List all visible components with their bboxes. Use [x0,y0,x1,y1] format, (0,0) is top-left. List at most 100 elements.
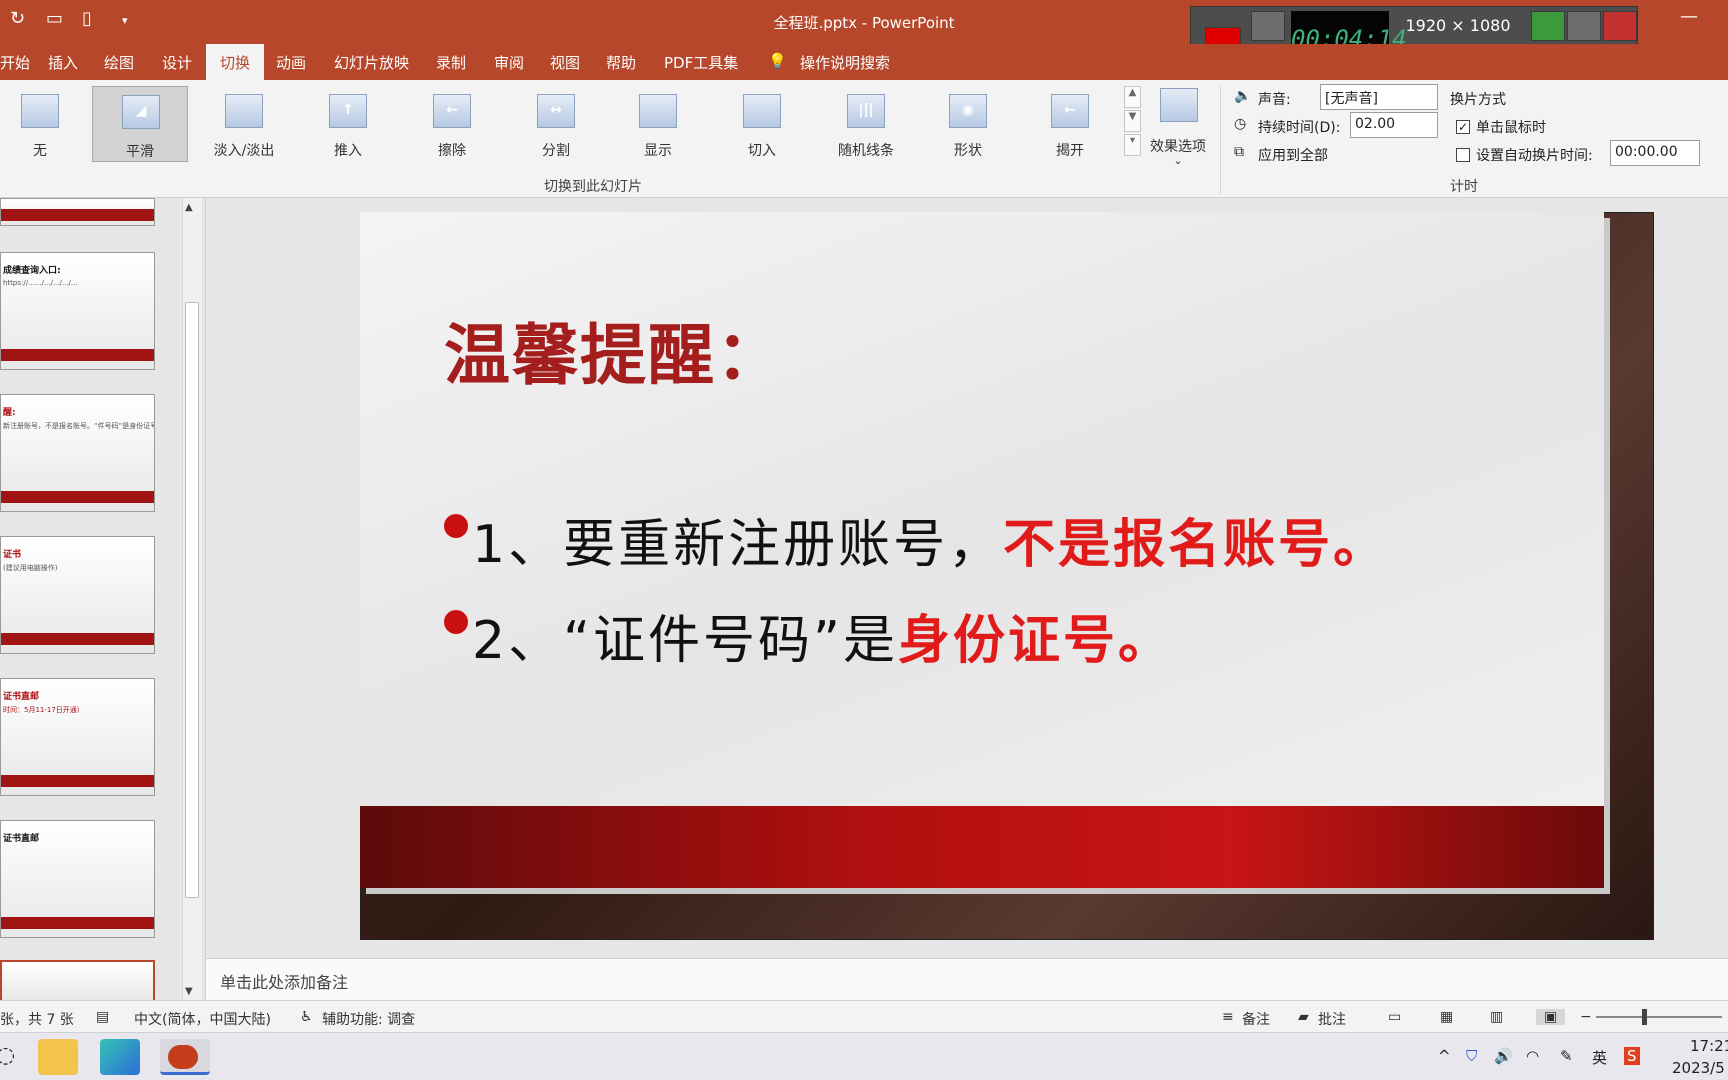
slide-thumbnail[interactable]: 证书直邮 [0,820,155,938]
slide-thumbnail[interactable] [0,198,155,226]
slide-red-band [360,806,1604,888]
tab-help[interactable]: 帮助 [606,52,636,73]
on-mouse-click-label: 单击鼠标时 [1476,120,1546,136]
clock-date[interactable]: 2023/5 [1672,1059,1725,1077]
transition-fade[interactable]: 淡入/淡出 [196,86,292,162]
transition-split-icon: ↔ [537,94,575,128]
transition-none-icon [21,94,59,128]
notes-pane[interactable]: 单击此处添加备注 [206,958,1728,1000]
sound-select[interactable]: [无声音] [1320,84,1438,110]
file-explorer-icon[interactable] [38,1039,78,1075]
transition-morph-icon: ◢ [122,95,160,129]
thumbnail-band [1,491,154,503]
on-mouse-click-checkbox[interactable]: ✓ [1456,120,1470,134]
slide-thumbnail[interactable]: 成绩查询入口: https://....../.../.../.../... [0,252,155,370]
clock-time[interactable]: 17:21 [1690,1037,1728,1055]
sound-label: 声音: [1258,92,1291,108]
auto-advance-checkbox[interactable] [1456,148,1470,162]
ime-indicator[interactable]: 英 [1592,1047,1607,1068]
transition-push[interactable]: ↑ 推入 [300,86,396,162]
tab-slideshow[interactable]: 幻灯片放映 [334,52,409,73]
slide-thumbnail[interactable]: 证书直邮 时间：5月11-17日开通） [0,678,155,796]
tab-draw[interactable]: 绘图 [104,52,134,73]
shield-icon[interactable]: ⛉ [1466,1047,1477,1065]
tab-transitions[interactable]: 切换 [206,44,265,80]
reading-view-icon[interactable]: ▥ [1490,1009,1503,1025]
windows-taskbar: ◌ ^ ⛉ 🔊 ◠ ✎ 英 S 17:21 2023/5 [0,1032,1728,1080]
tell-me-search[interactable]: 操作说明搜索 [800,52,890,73]
minimize-icon[interactable] [1567,11,1601,41]
transition-push-icon: ↑ [329,94,367,128]
transition-cut-icon [743,94,781,128]
zoom-slider-thumb[interactable] [1642,1009,1647,1025]
duration-input[interactable]: 02.00 [1350,112,1438,138]
recording-resolution: 1920 × 1080 [1405,16,1511,35]
tab-home[interactable]: 开始 [0,52,30,73]
search-icon[interactable]: ◌ [0,1043,15,1068]
scroll-up-arrow-icon[interactable]: ▲ [185,202,193,213]
slide-thumbnail[interactable]: 醒: 新注册账号，不是报名账号。“件号码”是身份证号。 [0,394,155,512]
effect-options-button[interactable]: 效果选项 ⌄ [1130,86,1226,167]
slide-thumbnail-pane: 成绩查询入口: https://....../.../.../.../... 醒:… [0,198,206,1004]
sogou-icon[interactable]: S [1624,1047,1640,1065]
auto-advance-time-input[interactable]: 00:00.00 [1610,140,1700,166]
status-bar: 张，共 7 张 ▤ 中文(简体，中国大陆) ♿ 辅助功能: 调查 ≡ 备注 ▰ … [0,1000,1728,1032]
close-icon[interactable] [1603,11,1637,41]
comments-button[interactable]: 批注 [1318,1009,1346,1029]
edge-icon[interactable] [100,1039,140,1075]
effect-options-icon [1160,88,1198,122]
fullscreen-icon[interactable] [1531,11,1565,41]
camera-icon[interactable] [1251,11,1285,41]
lightbulb-icon[interactable]: 💡 [768,52,787,70]
chevron-up-icon[interactable]: ^ [1438,1047,1451,1065]
powerpoint-taskbar-button[interactable] [160,1039,210,1075]
clock-icon: ◷ [1234,116,1247,132]
transition-reveal[interactable]: 显示 [610,86,706,162]
thumbnail-scrollbar[interactable]: ▲ ▼ [182,198,202,1004]
normal-view-icon[interactable]: ▭ [1388,1009,1401,1025]
scroll-down-arrow-icon[interactable]: ▼ [185,986,193,997]
scrollbar-thumb[interactable] [185,302,199,898]
accessibility-status[interactable]: 辅助功能: 调查 [322,1009,415,1029]
ribbon-tabs: 开始 插入 绘图 设计 切换 动画 幻灯片放映 录制 审阅 视图 帮助 PDF工… [0,44,1728,80]
wifi-icon[interactable]: ◠ [1526,1047,1539,1065]
slide-sorter-icon[interactable]: ▦ [1440,1009,1453,1025]
transition-cut[interactable]: 切入 [714,86,810,162]
transition-none[interactable]: 无 [0,86,88,162]
transition-random-bars[interactable]: ||| 随机线条 [818,86,914,162]
tab-record[interactable]: 录制 [436,52,466,73]
notes-button[interactable]: 备注 [1242,1009,1270,1029]
transition-wipe[interactable]: ← 擦除 [404,86,500,162]
transition-morph[interactable]: ◢ 平滑 [92,86,188,162]
volume-icon[interactable]: 🔊 [1494,1047,1513,1065]
advance-slide-header: 换片方式 [1450,92,1506,108]
transition-shape[interactable]: ◉ 形状 [920,86,1016,162]
language-indicator[interactable]: 中文(简体，中国大陆) [134,1009,271,1029]
tab-design[interactable]: 设计 [162,52,192,73]
tab-animations[interactable]: 动画 [276,52,306,73]
transition-split[interactable]: ↔ 分割 [508,86,604,162]
slide-title[interactable]: 温馨提醒： [444,302,784,398]
apply-to-all-button[interactable]: 应用到全部 [1258,145,1328,165]
zoom-slider[interactable] [1596,1016,1722,1018]
thumbnail-band [1,349,154,361]
slide-bullet[interactable]: 2、“证件号码”是身份证号。 [444,598,1173,673]
transition-uncover[interactable]: ← 揭开 [1022,86,1118,162]
window-minimize-button[interactable]: — [1680,6,1698,27]
slide-canvas[interactable]: 温馨提醒： 1、要重新注册账号，不是报名账号。 2、“证件号码”是身份证号。 [360,212,1604,888]
pen-tray-icon[interactable]: ✎ [1560,1047,1573,1065]
spellcheck-icon[interactable]: ▤ [96,1009,109,1025]
slide-thumbnail[interactable]: 证书 (建议用电脑操作) [0,536,155,654]
slide-thumbnail-current[interactable] [0,960,155,1004]
thumbnail-band [1,775,154,787]
zoom-out-button[interactable]: − [1580,1009,1592,1025]
tab-review[interactable]: 审阅 [494,52,524,73]
slideshow-view-icon[interactable]: ▣ [1536,1009,1566,1025]
thumbnail-band [1,917,154,929]
transition-wipe-icon: ← [433,94,471,128]
tab-view[interactable]: 视图 [550,52,580,73]
tab-pdf-tools[interactable]: PDF工具集 [664,52,738,73]
slide-bullet[interactable]: 1、要重新注册账号，不是报名账号。 [444,502,1388,577]
comment-icon: ▰ [1298,1009,1309,1025]
tab-insert[interactable]: 插入 [48,52,78,73]
